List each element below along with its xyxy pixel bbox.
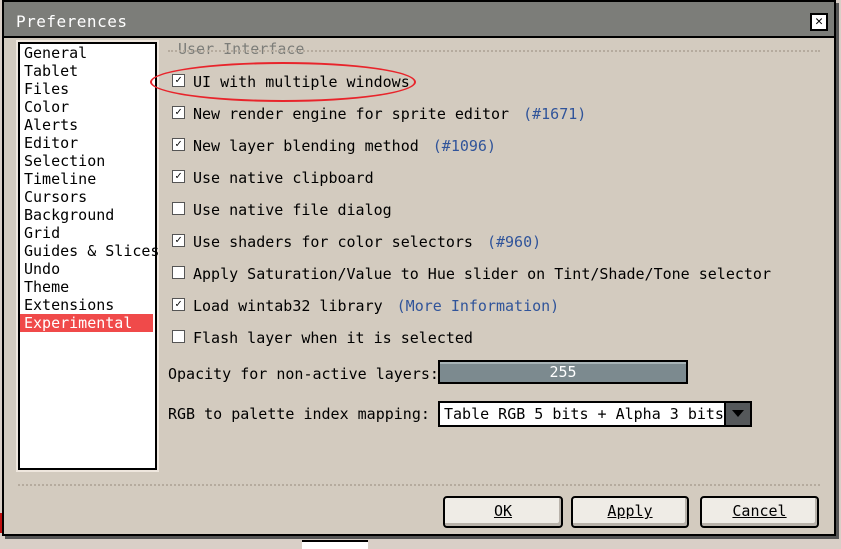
option-label: New render engine for sprite editor [193,105,510,123]
group-label: User Interface [176,40,307,58]
option-label: Load wintab32 library [193,297,383,315]
option-label: Use native file dialog [193,201,392,219]
rgb-mapping-select[interactable]: Table RGB 5 bits + Alpha 3 bits [438,401,728,427]
sidebar-item-tablet[interactable]: Tablet [20,62,153,80]
opacity-slider[interactable]: 255 [438,360,688,384]
sidebar-item-alerts[interactable]: Alerts [20,116,153,134]
apply-button[interactable]: Apply [571,496,689,528]
close-icon[interactable]: ✕ [810,13,828,31]
option-row[interactable]: Apply Saturation/Value to Hue slider on … [172,263,771,285]
sidebar-item-experimental[interactable]: Experimental [20,314,153,332]
check-icon[interactable]: ✓ [172,170,185,183]
sidebar-item-editor[interactable]: Editor [20,134,153,152]
cancel-button[interactable]: Cancel [700,496,819,528]
check-icon[interactable]: ✓ [172,298,185,311]
sidebar-item-timeline[interactable]: Timeline [20,170,153,188]
sidebar-item-general[interactable]: General [20,44,153,62]
dialog-title: Preferences [16,12,128,31]
option-row[interactable]: Use native file dialog [172,199,392,221]
option-label: Apply Saturation/Value to Hue slider on … [193,265,771,283]
opacity-label: Opacity for non-active layers: [168,365,439,383]
footer-divider [18,484,820,486]
option-link[interactable]: (#1671) [523,105,586,123]
titlebar[interactable]: Preferences ✕ [4,2,834,38]
sidebar-item-extensions[interactable]: Extensions [20,296,153,314]
checkbox-icon[interactable] [172,266,185,279]
option-label: Use native clipboard [193,169,374,187]
option-label: Flash layer when it is selected [193,329,473,347]
option-label: New layer blending method [193,137,419,155]
sidebar-item-color[interactable]: Color [20,98,153,116]
option-row[interactable]: ✓ Load wintab32 library (More Information) [172,295,559,317]
background-panel-fragment [302,540,368,549]
check-icon[interactable]: ✓ [172,138,185,151]
sidebar-item-guides-slices[interactable]: Guides & Slices [20,242,159,260]
option-row[interactable]: ✓ Use native clipboard [172,167,374,189]
option-link[interactable]: (#960) [487,233,541,251]
option-link[interactable]: (More Information) [397,297,560,315]
option-link[interactable]: (#1096) [433,137,496,155]
option-row[interactable]: ✓ Use shaders for color selectors (#960) [172,231,541,253]
option-row[interactable]: Flash layer when it is selected [172,327,473,349]
option-label: Use shaders for color selectors [193,233,473,251]
sidebar-item-cursors[interactable]: Cursors [20,188,153,206]
sidebar-item-undo[interactable]: Undo [20,260,153,278]
rgb-mapping-label: RGB to palette index mapping: [168,405,430,423]
option-label: UI with multiple windows [193,73,410,91]
sidebar-item-grid[interactable]: Grid [20,224,153,242]
ok-button[interactable]: OK [443,496,563,528]
dropdown-button[interactable] [724,401,752,427]
check-icon[interactable]: ✓ [172,234,185,247]
sidebar-item-theme[interactable]: Theme [20,278,153,296]
checkbox-icon[interactable] [172,202,185,215]
sidebar-item-selection[interactable]: Selection [20,152,153,170]
check-icon[interactable]: ✓ [172,106,185,119]
check-icon[interactable]: ✓ [172,74,185,87]
checkbox-icon[interactable] [172,330,185,343]
sidebar-item-files[interactable]: Files [20,80,153,98]
triangle-down-icon [732,410,744,417]
category-list: General Tablet Files Color Alerts Editor Selec… [18,42,159,470]
sidebar-item-background[interactable]: Background [20,206,153,224]
group-divider [168,50,820,52]
option-row[interactable]: ✓ New layer blending method (#1096) [172,135,496,157]
option-row[interactable]: ✓ New render engine for sprite editor (#16… [172,103,586,125]
option-row[interactable]: ✓ UI with multiple windows [172,71,410,93]
